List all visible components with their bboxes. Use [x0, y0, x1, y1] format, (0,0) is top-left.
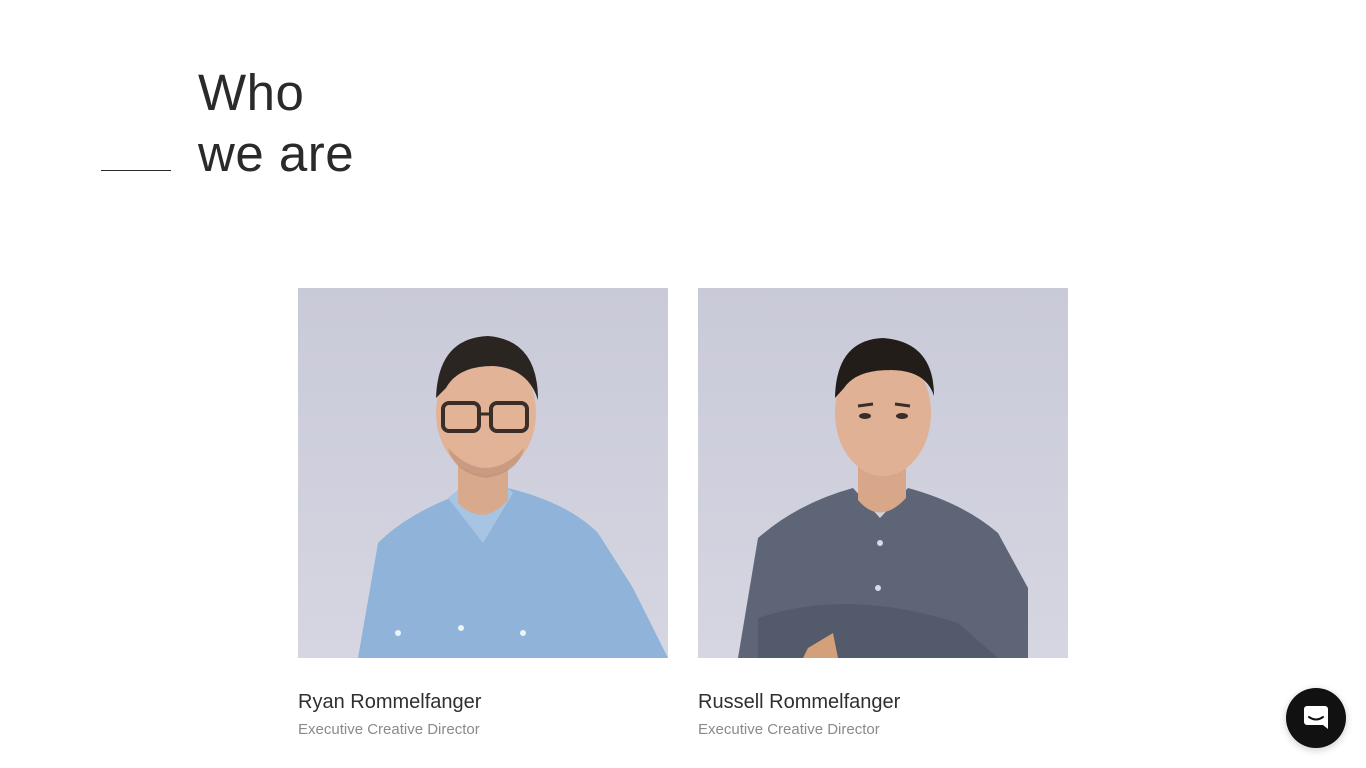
heading-rule — [101, 170, 171, 171]
heading-line-1: Who — [198, 64, 305, 121]
team-member-name: Ryan Rommelfanger — [298, 691, 482, 713]
chat-launcher-button[interactable] — [1286, 688, 1346, 748]
team-member-title: Executive Creative Director — [298, 721, 480, 738]
team-member-card[interactable]: Russell Rommelfanger Executive Creative … — [698, 288, 1068, 739]
portrait-illustration — [298, 288, 668, 658]
page: Who we are Ryan Rommelfanger Executive C… — [0, 0, 1366, 768]
section-heading: Who we are — [198, 62, 354, 184]
portrait-illustration — [698, 288, 1068, 658]
team-member-title: Executive Creative Director — [698, 721, 880, 738]
team-member-photo — [698, 288, 1068, 658]
chat-icon — [1304, 706, 1328, 729]
team-member-photo — [298, 288, 668, 658]
team-member-name: Russell Rommelfanger — [698, 691, 901, 713]
heading-line-2: we are — [198, 125, 355, 182]
team-member-card[interactable]: Ryan Rommelfanger Executive Creative Dir… — [298, 288, 668, 739]
